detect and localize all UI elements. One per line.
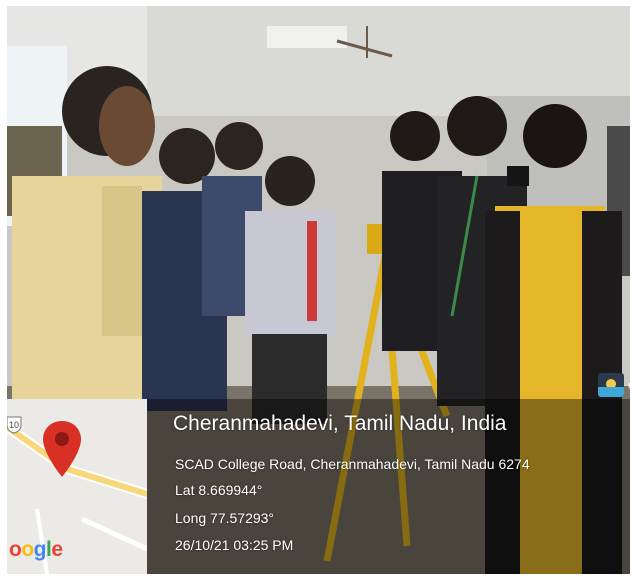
datetime-line: 26/10/21 03:25 PM bbox=[175, 537, 294, 553]
photo: 10 oogle o Cheranmahadevi, Tamil Nadu, I… bbox=[7, 6, 630, 574]
latitude-line: Lat 8.669944° bbox=[175, 482, 263, 498]
longitude-line: Long 77.57293° bbox=[175, 510, 275, 526]
badge-text: o bbox=[628, 378, 630, 392]
gps-camera-app-icon bbox=[598, 373, 624, 397]
place-title: Cheranmahadevi, Tamil Nadu, India bbox=[173, 412, 507, 435]
route-number: 10 bbox=[9, 420, 19, 430]
address-line: SCAD College Road, Cheranmahadevi, Tamil… bbox=[175, 456, 530, 472]
map-brand-logo: oogle bbox=[9, 538, 63, 561]
route-shield-icon: 10 bbox=[7, 416, 22, 434]
map-thumbnail: 10 oogle bbox=[7, 399, 147, 574]
